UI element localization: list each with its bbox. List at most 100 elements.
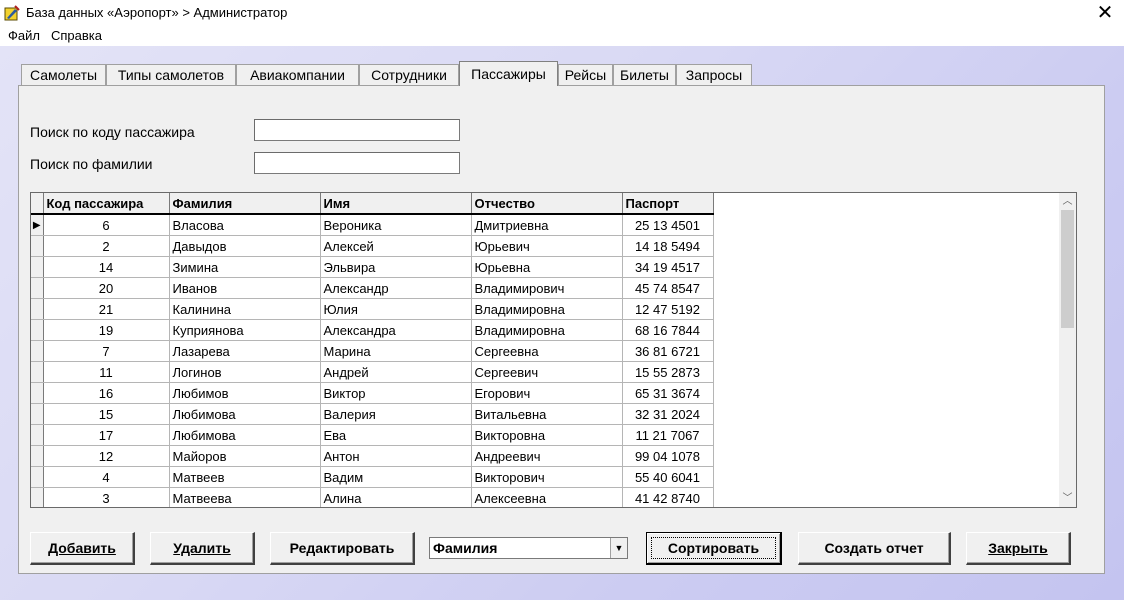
table-row[interactable]: 4 Матвеев Вадим Викторович 55 40 6041 [31,466,714,488]
menu-help[interactable]: Справка [51,28,102,43]
cell-surname[interactable]: Любимов [169,382,321,404]
cell-patronymic[interactable]: Сергеевич [471,361,623,383]
cell-passport[interactable]: 55 40 6041 [622,466,714,488]
cell-surname[interactable]: Майоров [169,445,321,467]
table-row[interactable]: 21 Калинина Юлия Владимировна 12 47 5192 [31,298,714,320]
cell-surname[interactable]: Матвеева [169,487,321,507]
cell-name[interactable]: Александра [320,319,472,341]
cell-passport[interactable]: 15 55 2873 [622,361,714,383]
cell-passport[interactable]: 34 19 4517 [622,256,714,278]
cell-patronymic[interactable]: Витальевна [471,403,623,425]
table-row[interactable]: 14 Зимина Эльвира Юрьевна 34 19 4517 [31,256,714,278]
close-button[interactable]: Закрыть [966,532,1071,565]
cell-passport[interactable]: 12 47 5192 [622,298,714,320]
cell-code[interactable]: 3 [43,487,170,507]
cell-code[interactable]: 14 [43,256,170,278]
cell-patronymic[interactable]: Юрьевна [471,256,623,278]
column-header-patronymic[interactable]: Отчество [471,193,623,215]
cell-name[interactable]: Андрей [320,361,472,383]
column-header-name[interactable]: Имя [320,193,472,215]
cell-surname[interactable]: Логинов [169,361,321,383]
grid-vertical-scrollbar[interactable]: ︿ ﹀ [1059,193,1076,507]
cell-name[interactable]: Алексей [320,235,472,257]
cell-passport[interactable]: 65 31 3674 [622,382,714,404]
cell-patronymic[interactable]: Викторович [471,466,623,488]
tab-2[interactable]: Авиакомпании [236,64,359,85]
tab-4[interactable]: Пассажиры [459,61,558,86]
table-row[interactable]: 20 Иванов Александр Владимирович 45 74 8547 [31,277,714,299]
column-header-surname[interactable]: Фамилия [169,193,321,215]
cell-surname[interactable]: Лазарева [169,340,321,362]
tab-5[interactable]: Рейсы [558,64,613,85]
cell-surname[interactable]: Иванов [169,277,321,299]
cell-name[interactable]: Виктор [320,382,472,404]
delete-button[interactable]: Удалить [150,532,255,565]
cell-code[interactable]: 20 [43,277,170,299]
cell-surname[interactable]: Калинина [169,298,321,320]
scroll-up-icon[interactable]: ︿ [1059,193,1076,210]
table-row[interactable]: ▶ 6 Власова Вероника Дмитриевна 25 13 4501 [31,214,714,236]
add-button[interactable]: Добавить [30,532,135,565]
cell-surname[interactable]: Давыдов [169,235,321,257]
cell-code[interactable]: 7 [43,340,170,362]
cell-name[interactable]: Антон [320,445,472,467]
cell-patronymic[interactable]: Владимирович [471,277,623,299]
sort-field-select[interactable]: Фамилия ▼ [429,537,628,559]
cell-patronymic[interactable]: Андреевич [471,445,623,467]
cell-patronymic[interactable]: Викторовна [471,424,623,446]
create-report-button[interactable]: Создать отчет [798,532,951,565]
cell-patronymic[interactable]: Владимировна [471,319,623,341]
cell-passport[interactable]: 25 13 4501 [622,214,714,236]
table-row[interactable]: 11 Логинов Андрей Сергеевич 15 55 2873 [31,361,714,383]
cell-name[interactable]: Валерия [320,403,472,425]
cell-name[interactable]: Ева [320,424,472,446]
cell-surname[interactable]: Куприянова [169,319,321,341]
cell-patronymic[interactable]: Юрьевич [471,235,623,257]
sort-button[interactable]: Сортировать [646,532,782,565]
cell-name[interactable]: Алина [320,487,472,507]
tab-0[interactable]: Самолеты [21,64,106,85]
column-header-passport[interactable]: Паспорт [622,193,714,215]
table-row[interactable]: 3 Матвеева Алина Алексеевна 41 42 8740 [31,487,714,507]
table-row[interactable]: 17 Любимова Ева Викторовна 11 21 7067 [31,424,714,446]
chevron-down-icon[interactable]: ▼ [610,538,627,558]
cell-passport[interactable]: 11 21 7067 [622,424,714,446]
cell-code[interactable]: 17 [43,424,170,446]
cell-patronymic[interactable]: Егорович [471,382,623,404]
cell-surname[interactable]: Любимова [169,403,321,425]
cell-passport[interactable]: 99 04 1078 [622,445,714,467]
cell-patronymic[interactable]: Дмитриевна [471,214,623,236]
scroll-down-icon[interactable]: ﹀ [1059,490,1076,507]
table-row[interactable]: 15 Любимова Валерия Витальевна 32 31 2024 [31,403,714,425]
cell-code[interactable]: 15 [43,403,170,425]
cell-name[interactable]: Юлия [320,298,472,320]
cell-passport[interactable]: 68 16 7844 [622,319,714,341]
cell-surname[interactable]: Власова [169,214,321,236]
cell-passport[interactable]: 45 74 8547 [622,277,714,299]
scroll-thumb[interactable] [1061,210,1074,328]
cell-name[interactable]: Александр [320,277,472,299]
table-row[interactable]: 12 Майоров Антон Андреевич 99 04 1078 [31,445,714,467]
cell-surname[interactable]: Матвеев [169,466,321,488]
table-row[interactable]: 16 Любимов Виктор Егорович 65 31 3674 [31,382,714,404]
cell-patronymic[interactable]: Владимировна [471,298,623,320]
cell-passport[interactable]: 41 42 8740 [622,487,714,507]
table-row[interactable]: 2 Давыдов Алексей Юрьевич 14 18 5494 [31,235,714,257]
tab-1[interactable]: Типы самолетов [106,64,236,85]
cell-surname[interactable]: Любимова [169,424,321,446]
cell-name[interactable]: Марина [320,340,472,362]
cell-patronymic[interactable]: Сергеевна [471,340,623,362]
cell-code[interactable]: 12 [43,445,170,467]
cell-name[interactable]: Вероника [320,214,472,236]
search-surname-input[interactable] [254,152,460,174]
table-row[interactable]: 19 Куприянова Александра Владимировна 68 16 … [31,319,714,341]
cell-code[interactable]: 16 [43,382,170,404]
table-row[interactable]: 7 Лазарева Марина Сергеевна 36 81 6721 [31,340,714,362]
cell-surname[interactable]: Зимина [169,256,321,278]
cell-name[interactable]: Вадим [320,466,472,488]
search-code-input[interactable] [254,119,460,141]
passengers-grid[interactable]: Код пассажира Фамилия Имя Отчество Паспо… [30,192,1077,508]
cell-code[interactable]: 6 [43,214,170,236]
cell-code[interactable]: 4 [43,466,170,488]
cell-passport[interactable]: 32 31 2024 [622,403,714,425]
